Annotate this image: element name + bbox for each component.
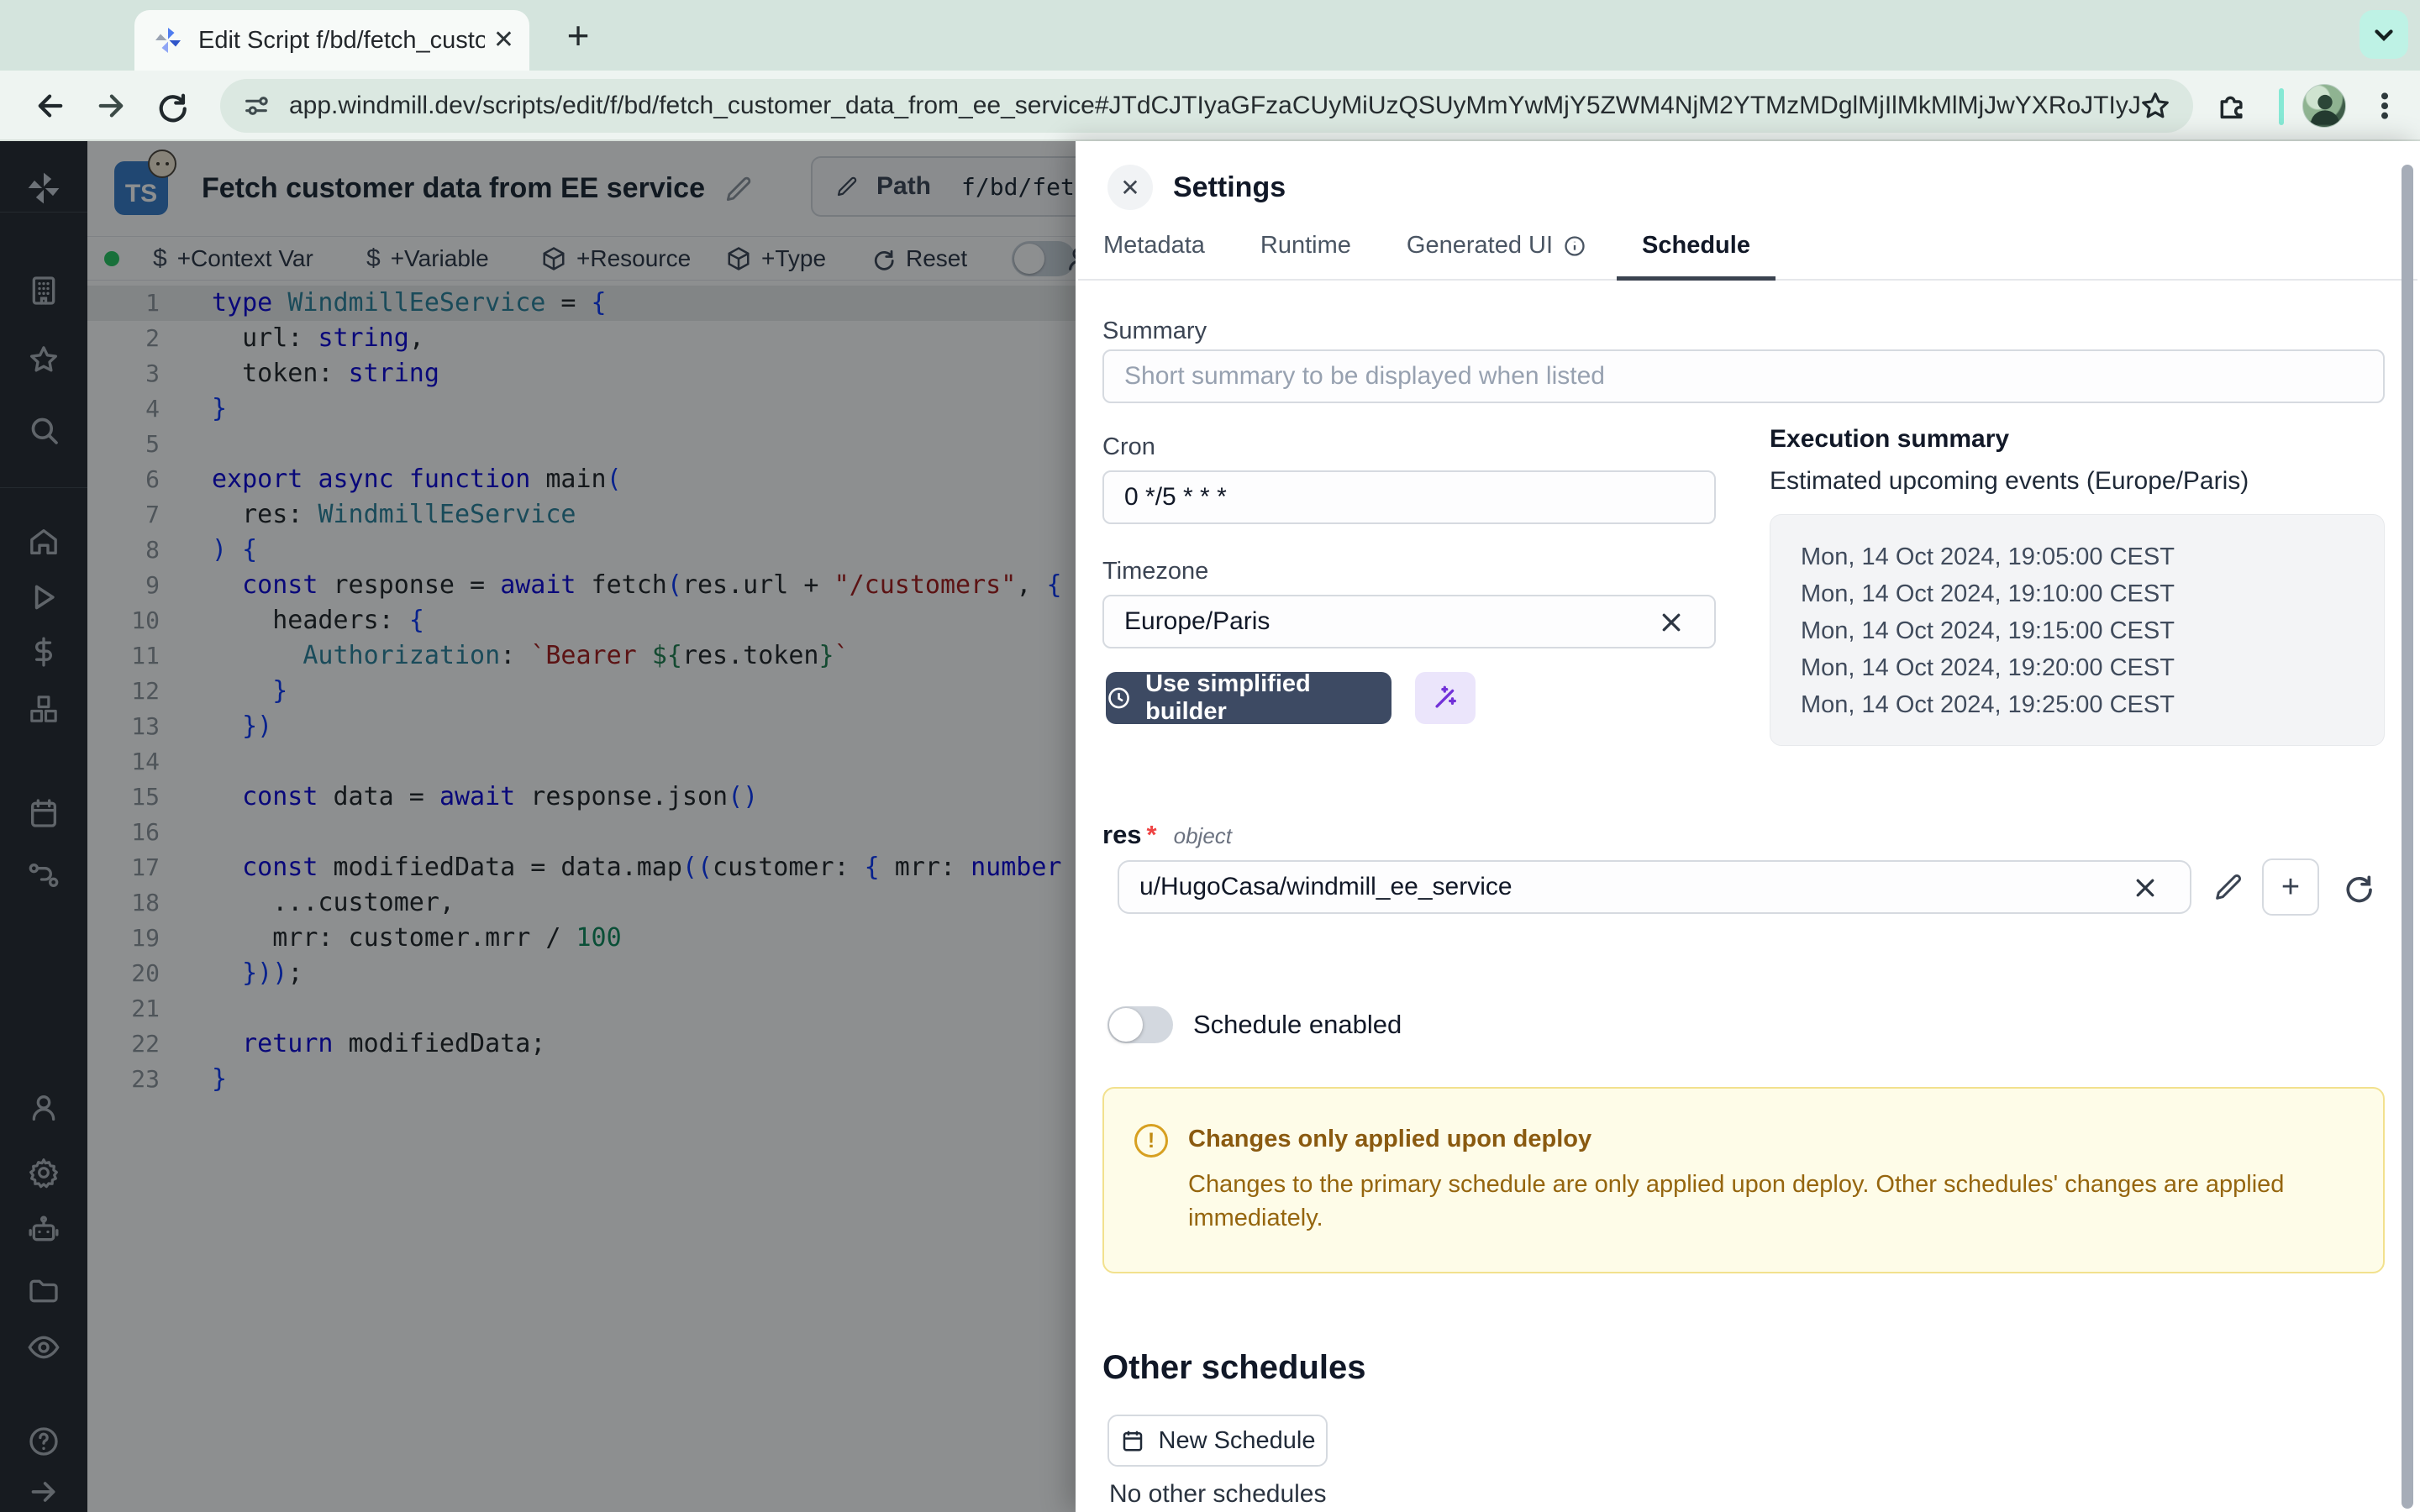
plus-icon: + <box>2281 869 2300 906</box>
tab-generated-ui[interactable]: Generated UI <box>1381 232 1612 281</box>
toolbar-separator <box>2279 88 2284 125</box>
new-schedule-label: New Schedule <box>1159 1427 1316 1455</box>
summary-label: Summary <box>1102 318 1207 345</box>
kebab-menu-icon <box>2368 89 2402 123</box>
settings-title: Settings <box>1173 171 1286 204</box>
refresh-resource-icon[interactable] <box>2341 870 2375 904</box>
other-schedules-title: Other schedules <box>1102 1349 1365 1387</box>
resource-input[interactable] <box>1118 860 2191 914</box>
forward-button[interactable] <box>89 84 133 128</box>
execution-event: Mon, 14 Oct 2024, 19:25:00 CEST <box>1801 686 2384 723</box>
back-button[interactable] <box>29 84 72 128</box>
bookmark-star-icon[interactable] <box>2139 90 2171 122</box>
ai-cron-button[interactable] <box>1415 672 1476 724</box>
execution-event: Mon, 14 Oct 2024, 19:15:00 CEST <box>1801 612 2384 649</box>
browser-navbar: app.windmill.dev/scripts/edit/f/bd/fetch… <box>0 71 2420 141</box>
extensions-button[interactable] <box>2210 84 2254 128</box>
url-bar[interactable]: app.windmill.dev/scripts/edit/f/bd/fetch… <box>220 79 2193 133</box>
arg-type: object <box>1174 823 1232 849</box>
drawer-scrollbar[interactable] <box>2402 165 2413 1509</box>
calendar-icon <box>1120 1428 1145 1453</box>
schedule-enabled-toggle[interactable] <box>1107 1006 1173 1043</box>
execution-events: Mon, 14 Oct 2024, 19:05:00 CESTMon, 14 O… <box>1770 514 2385 746</box>
execution-summary-subtitle: Estimated upcoming events (Europe/Paris) <box>1770 467 2249 496</box>
tab-runtime[interactable]: Runtime <box>1235 232 1376 281</box>
browser-tab[interactable]: Edit Script f/bd/fetch_custom ✕ <box>134 10 529 71</box>
arg-header: res * object <box>1102 820 1232 850</box>
reload-icon <box>154 88 189 123</box>
arg-name: res <box>1102 820 1142 850</box>
timezone-input[interactable] <box>1102 595 1716 648</box>
back-icon <box>33 88 68 123</box>
puzzle-icon <box>2215 89 2249 123</box>
execution-event: Mon, 14 Oct 2024, 19:20:00 CEST <box>1801 649 2384 686</box>
required-mark: * <box>1147 820 1157 850</box>
window-chevron-button[interactable] <box>2360 10 2408 59</box>
cron-label: Cron <box>1102 433 1155 461</box>
deploy-warning-banner: ! Changes only applied upon deploy Chang… <box>1102 1087 2385 1273</box>
use-simplified-builder-button[interactable]: Use simplified builder <box>1106 672 1392 724</box>
avatar-photo <box>2303 85 2346 128</box>
execution-event: Mon, 14 Oct 2024, 19:05:00 CEST <box>1801 538 2384 575</box>
timezone-label: Timezone <box>1102 558 1208 585</box>
windmill-favicon <box>153 25 183 55</box>
clock-icon <box>1106 685 1132 711</box>
builder-button-label: Use simplified builder <box>1145 670 1392 726</box>
tab-metadata[interactable]: Metadata <box>1078 232 1230 281</box>
profile-avatar[interactable] <box>2302 84 2346 128</box>
new-tab-button[interactable]: + <box>555 12 602 59</box>
tab-schedule[interactable]: Schedule <box>1617 232 1776 281</box>
no-other-schedules-text: No other schedules <box>1109 1480 1327 1509</box>
alert-circle-icon: ! <box>1134 1124 1168 1158</box>
warning-title: Changes only applied upon deploy <box>1188 1126 1591 1153</box>
clear-timezone-icon[interactable] <box>1659 610 1684 635</box>
close-settings-button[interactable]: ✕ <box>1107 165 1153 210</box>
info-icon <box>1563 234 1586 258</box>
browser-titlebar: Edit Script f/bd/fetch_custom ✕ + <box>0 0 2420 71</box>
tab-close-icon[interactable]: ✕ <box>493 28 514 53</box>
edit-resource-icon[interactable] <box>2212 870 2245 904</box>
add-resource-value-button[interactable]: + <box>2262 858 2319 916</box>
close-icon: ✕ <box>1120 174 1139 202</box>
schedule-enabled-label: Schedule enabled <box>1193 1010 1402 1040</box>
url-text[interactable]: app.windmill.dev/scripts/edit/f/bd/fetch… <box>289 92 2139 120</box>
reload-button[interactable] <box>150 84 193 128</box>
cron-input[interactable] <box>1102 470 1716 524</box>
tab-title: Edit Script f/bd/fetch_custom <box>198 27 485 55</box>
magic-wand-icon <box>1431 684 1460 712</box>
warning-body: Changes to the primary schedule are only… <box>1188 1168 2365 1235</box>
browser-menu-button[interactable] <box>2363 84 2407 128</box>
settings-drawer: ✕ Settings MetadataRuntimeGenerated UISc… <box>1076 141 2420 1512</box>
app-page: TS Fetch customer data from EE service P… <box>0 141 2420 1512</box>
summary-input[interactable] <box>1102 349 2385 403</box>
clear-resource-icon[interactable] <box>2133 875 2158 900</box>
site-settings-icon <box>242 92 271 120</box>
execution-event: Mon, 14 Oct 2024, 19:10:00 CEST <box>1801 575 2384 612</box>
execution-summary-title: Execution summary <box>1770 425 2009 454</box>
chevron-down-icon <box>2370 20 2398 49</box>
new-schedule-button[interactable]: New Schedule <box>1107 1415 1328 1467</box>
drawer-backdrop[interactable] <box>0 141 1076 1512</box>
forward-icon <box>93 88 129 123</box>
settings-tabs: MetadataRuntimeGenerated UISchedule <box>1078 232 2417 281</box>
